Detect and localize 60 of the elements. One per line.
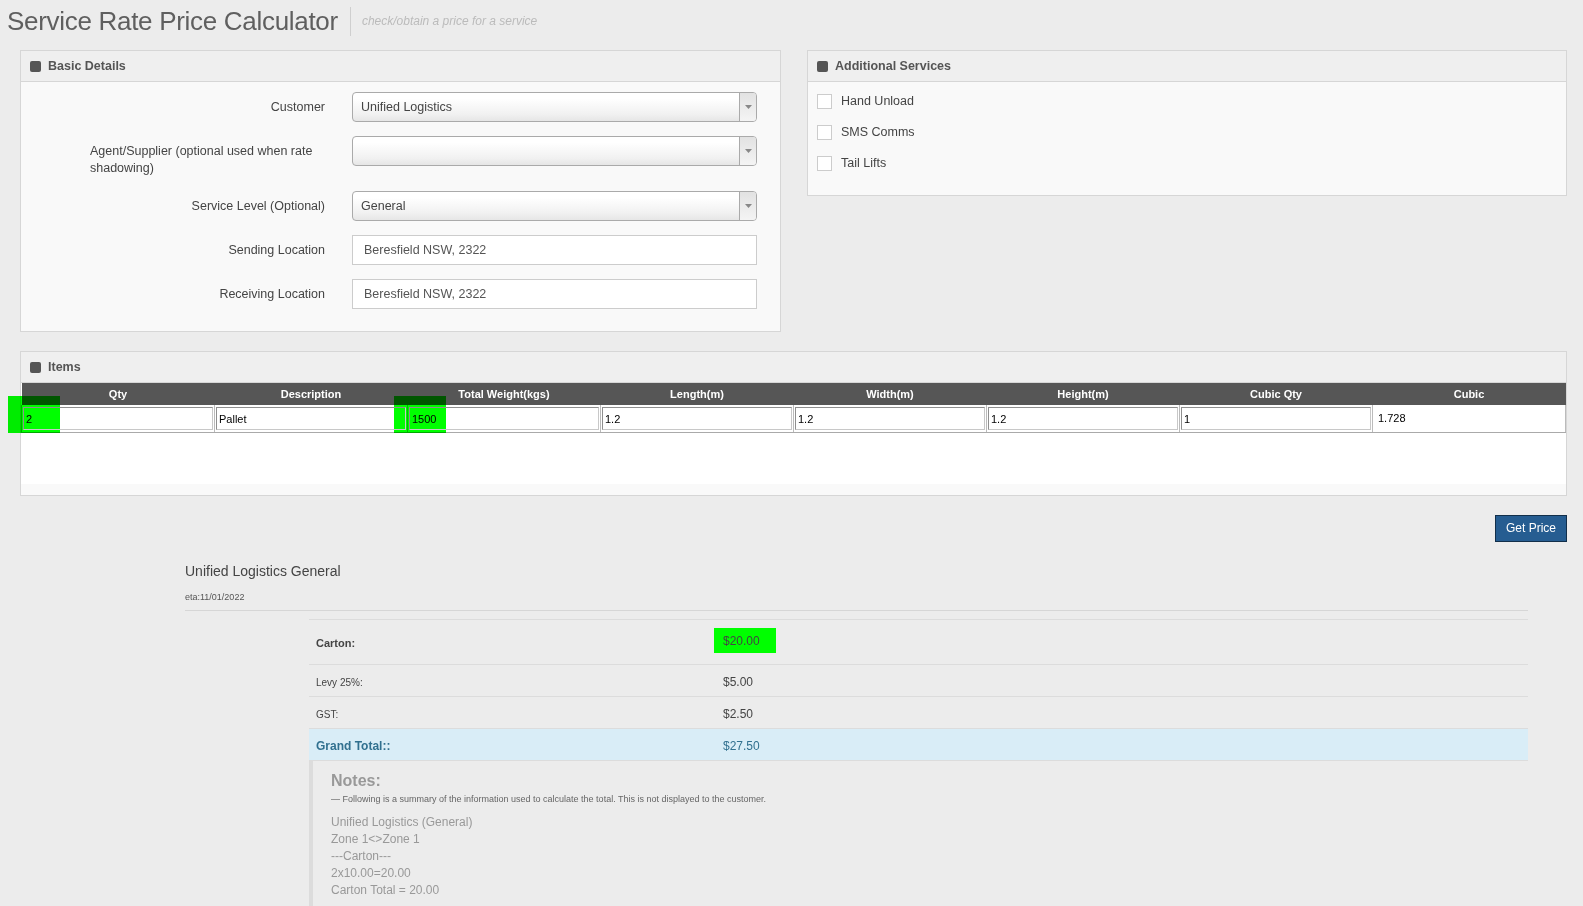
total-amount: $27.50 bbox=[723, 737, 760, 755]
checkbox[interactable] bbox=[817, 156, 832, 171]
column-header: Total Weight(kgs) bbox=[407, 383, 601, 405]
charge-label: Carton: bbox=[316, 637, 356, 649]
charge-label: GST: bbox=[316, 708, 339, 720]
get-price-button[interactable]: Get Price bbox=[1495, 515, 1567, 542]
table-input[interactable]: 1.2 bbox=[795, 407, 985, 430]
table-cell: 1.728 bbox=[1372, 405, 1566, 433]
square-icon bbox=[30, 361, 41, 373]
charge-amount: $5.00 bbox=[723, 673, 754, 691]
square-icon bbox=[817, 60, 828, 72]
page-title: Service Rate Price Calculator bbox=[7, 6, 338, 36]
panel-title: Items bbox=[48, 358, 81, 376]
table-input[interactable]: 1 bbox=[1181, 407, 1371, 430]
notes-line: Carton Total = 20.00 bbox=[331, 883, 440, 897]
column-header: Description bbox=[214, 383, 408, 405]
field-label: Sending Location bbox=[228, 242, 325, 259]
panel-title: Additional Services bbox=[835, 57, 951, 75]
field-label: Receiving Location bbox=[219, 286, 325, 303]
charge-amount: $20.00 bbox=[723, 633, 760, 650]
notes-title: Notes: bbox=[331, 772, 381, 789]
checkbox[interactable] bbox=[817, 125, 832, 140]
notes-line: Unified Logistics (General) bbox=[331, 815, 473, 829]
field-label: Service Level (Optional) bbox=[191, 198, 325, 215]
notes-line: 2x10.00=20.00 bbox=[331, 866, 411, 880]
caret-icon bbox=[739, 192, 756, 220]
notes-caption: — Following is a summary of the information used to calculate the total. This is not displayed to the customer. bbox=[331, 794, 767, 804]
column-header: Width(m) bbox=[793, 383, 987, 405]
column-header: Cubic bbox=[1372, 383, 1566, 405]
checkbox-label: Hand Unload bbox=[841, 93, 914, 111]
table-input[interactable]: 1500 bbox=[409, 407, 599, 430]
column-header: Length(m) bbox=[600, 383, 794, 405]
text-field[interactable]: Beresfield NSW, 2322 bbox=[352, 279, 757, 309]
result-title: Unified Logistics General bbox=[185, 563, 342, 580]
text-field[interactable]: Beresfield NSW, 2322 bbox=[352, 235, 757, 265]
field-label: Customer bbox=[270, 99, 325, 116]
column-header: Height(m) bbox=[986, 383, 1180, 405]
checkbox[interactable] bbox=[817, 94, 832, 109]
table-input[interactable]: 1.2 bbox=[602, 407, 792, 430]
table-input[interactable]: Pallet bbox=[216, 407, 406, 430]
table-input[interactable]: 2 bbox=[23, 407, 213, 430]
square-icon bbox=[30, 60, 41, 72]
total-label: Grand Total:: bbox=[316, 738, 391, 753]
charge-amount: $2.50 bbox=[723, 705, 754, 723]
column-header: Cubic Qty bbox=[1179, 383, 1373, 405]
field-label: Agent/Supplier (optional used when rate shadowing) bbox=[90, 143, 314, 177]
charge-label: Levy 25%: bbox=[316, 676, 363, 688]
checkbox-label: SMS Comms bbox=[841, 124, 915, 142]
dropdown[interactable]: Unified Logistics bbox=[352, 92, 757, 122]
eta-date: eta:11/01/2022 bbox=[185, 592, 245, 602]
dropdown[interactable]: General bbox=[352, 191, 757, 221]
notes-line: Zone 1<>Zone 1 bbox=[331, 832, 420, 846]
caret-icon bbox=[739, 93, 756, 121]
column-header: Qty bbox=[21, 383, 215, 405]
table-input[interactable]: 1.2 bbox=[988, 407, 1178, 430]
caret-icon bbox=[739, 137, 756, 165]
dropdown[interactable] bbox=[352, 136, 757, 166]
notes-line: ---Carton--- bbox=[331, 849, 391, 863]
panel-title: Basic Details bbox=[48, 57, 126, 75]
checkbox-label: Tail Lifts bbox=[841, 155, 887, 173]
